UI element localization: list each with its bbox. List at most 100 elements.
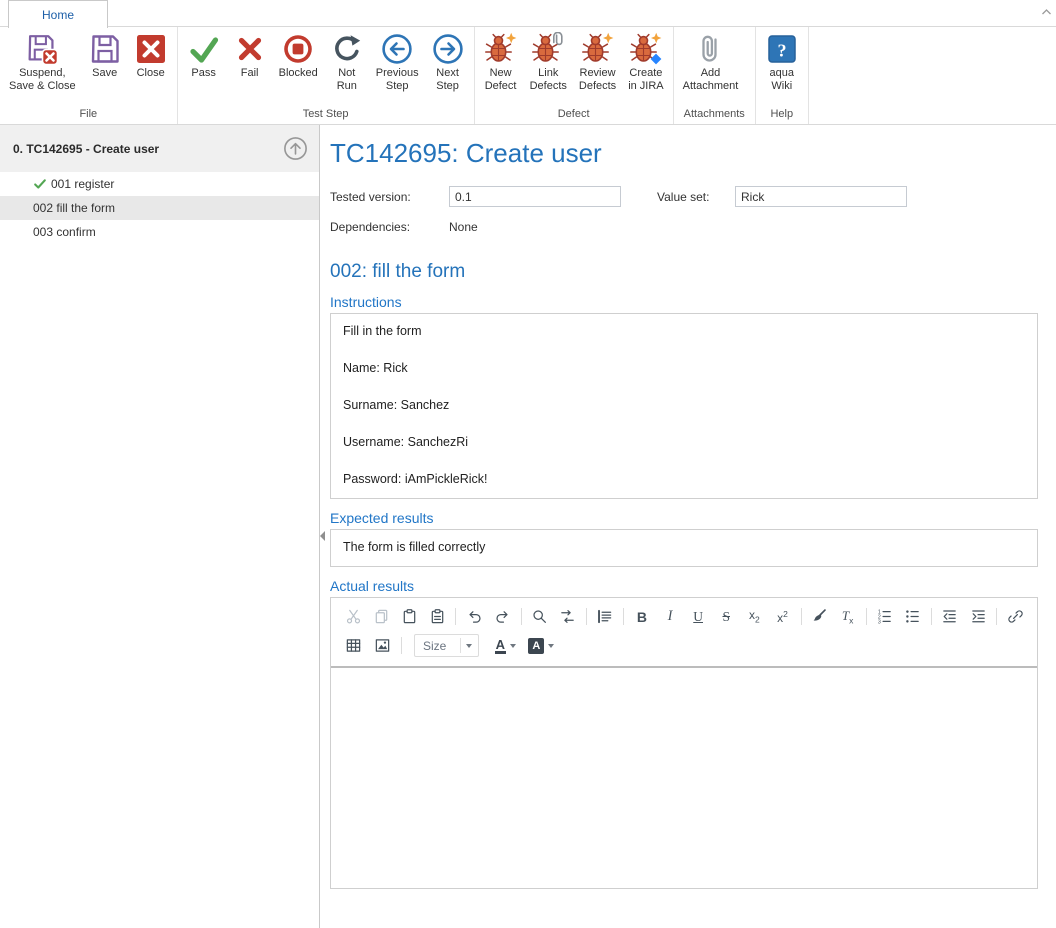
table-button[interactable]: [339, 633, 368, 658]
circle-up-icon[interactable]: [282, 135, 309, 162]
ribbon-button-add-attachment[interactable]: Add Attachment: [677, 30, 745, 95]
text-color-button[interactable]: A: [487, 633, 523, 658]
ribbon-button-create-in-jira[interactable]: Create in JIRA: [622, 30, 669, 95]
next-step-icon: [431, 32, 465, 66]
ribbon-button-close[interactable]: Close: [128, 30, 174, 81]
ribbon-button-previous-step[interactable]: Previous Step: [370, 30, 425, 95]
editor-content-area[interactable]: [331, 666, 1037, 888]
subscript-button[interactable]: x2: [740, 604, 768, 629]
chevron-down-icon: [510, 644, 516, 648]
ribbon-button-next-step[interactable]: Next Step: [425, 30, 471, 95]
step-list-item[interactable]: 001 register: [0, 172, 319, 196]
ribbon-button-label: Save: [92, 67, 117, 80]
ribbon-button-label: New Defect: [485, 67, 517, 94]
bg-color-button[interactable]: A: [523, 633, 559, 658]
toolbar-separator: [521, 608, 522, 625]
outdent-button[interactable]: [936, 604, 964, 629]
combo-divider: [460, 638, 461, 653]
splitter-collapse-handle[interactable]: [320, 531, 325, 541]
tab-home-label: Home: [42, 8, 74, 22]
ribbon-button-suspend-save-close[interactable]: Suspend, Save & Close: [3, 30, 82, 95]
strike-button[interactable]: S: [712, 604, 740, 629]
image-button[interactable]: [368, 633, 397, 658]
scrollbar-up-icon[interactable]: [1041, 3, 1052, 21]
expected-results-box: The form is filled correctly: [330, 529, 1038, 567]
bold-button[interactable]: B: [628, 604, 656, 629]
not-run-icon: [330, 32, 364, 66]
save-close-icon: [25, 32, 59, 66]
ribbon-group-label: Defect: [475, 107, 673, 124]
toolbar-separator: [801, 608, 802, 625]
value-set-input[interactable]: [735, 186, 907, 207]
ribbon-button-pass[interactable]: Pass: [181, 30, 227, 81]
instruction-paragraph: Fill in the form: [343, 324, 1025, 338]
font-size-combo-label: Size: [423, 639, 446, 653]
ribbon-button-label: Pass: [191, 67, 215, 80]
ribbon-button-blocked[interactable]: Blocked: [273, 30, 324, 81]
text-color-icon: A: [495, 638, 506, 654]
underline-button[interactable]: U: [684, 604, 712, 629]
editor-toolbar-row1: BIU Sx2 x2 Tx 123: [331, 598, 1037, 631]
italic-button[interactable]: I: [656, 604, 684, 629]
step-label: 001 register: [51, 177, 114, 191]
copy-format-button[interactable]: [805, 604, 833, 629]
bg-color-icon: A: [528, 638, 544, 654]
expected-results-label: Expected results: [330, 510, 1038, 526]
instruction-paragraph: Surname: Sanchez: [343, 398, 1025, 412]
ribbon-button-review-defects[interactable]: Review Defects: [573, 30, 622, 95]
redo-button[interactable]: [489, 604, 517, 629]
superscript-button[interactable]: x2: [768, 604, 796, 629]
ribbon-button-not-run[interactable]: Not Run: [324, 30, 370, 95]
expected-paragraph: The form is filled correctly: [343, 540, 1025, 554]
ribbon-button-save[interactable]: Save: [82, 30, 128, 81]
bulleted-list-button[interactable]: [899, 604, 927, 629]
indent-icon: [970, 608, 987, 625]
field-grid: Tested version: Value set: Dependencies:…: [330, 186, 1038, 234]
find-icon: [531, 608, 548, 625]
fail-icon: [233, 32, 267, 66]
underline-icon: U: [693, 609, 703, 625]
find-button[interactable]: [526, 604, 554, 629]
superscript-icon: x2: [777, 609, 788, 625]
cut-button[interactable]: [339, 604, 367, 629]
step-list-item[interactable]: 002 fill the form: [0, 196, 319, 220]
ribbon-button-new-defect[interactable]: New Defect: [478, 30, 524, 95]
ribbon-group-label: File: [0, 107, 177, 124]
instructions-box: Fill in the form Name: Rick Surname: Sanch…: [330, 313, 1038, 499]
numbered-list-button[interactable]: 123: [871, 604, 899, 629]
instruction-paragraph: Name: Rick: [343, 361, 1025, 375]
indent-button[interactable]: [964, 604, 992, 629]
tab-home[interactable]: Home: [8, 0, 108, 28]
ribbon-button-label: Blocked: [279, 67, 318, 80]
copy-icon: [373, 608, 390, 625]
ribbon-button-label: Next Step: [436, 67, 459, 94]
ribbon-button-aqua-wiki[interactable]: ?aqua Wiki: [759, 30, 805, 95]
step-label: 003 confirm: [33, 225, 96, 239]
ribbon-button-link-defects[interactable]: Link Defects: [524, 30, 573, 95]
step-list-item[interactable]: 003 confirm: [0, 220, 319, 244]
blockquote-icon: [596, 608, 613, 625]
ribbon-group-help: ?aqua WikiHelp: [756, 27, 809, 124]
ribbon-button-label: Link Defects: [530, 67, 567, 94]
blockquote-button[interactable]: [591, 604, 619, 629]
bug-review-icon: [581, 32, 615, 66]
tested-version-input[interactable]: [449, 186, 621, 207]
link-button[interactable]: [1001, 604, 1029, 629]
ribbon-button-fail[interactable]: Fail: [227, 30, 273, 81]
svg-text:3: 3: [878, 619, 881, 625]
actual-results-editor: BIU Sx2 x2 Tx 123 Size A A: [330, 597, 1038, 889]
instruction-paragraph: Username: SanchezRi: [343, 435, 1025, 449]
copy-button[interactable]: [367, 604, 395, 629]
main-panel: TC142695: Create user Tested version: Va…: [321, 125, 1056, 928]
font-size-combo[interactable]: Size: [414, 634, 479, 657]
link-icon: [1007, 608, 1024, 625]
remove-format-button[interactable]: Tx: [834, 604, 862, 629]
undo-button[interactable]: [460, 604, 488, 629]
replace-button[interactable]: [554, 604, 582, 629]
toolbar-separator: [623, 608, 624, 625]
strike-icon: S: [722, 609, 730, 625]
paste-button[interactable]: [395, 604, 423, 629]
toolbar-separator: [866, 608, 867, 625]
paste-text-button[interactable]: [423, 604, 451, 629]
editor-toolbar-row2: Size A A: [331, 631, 1037, 666]
